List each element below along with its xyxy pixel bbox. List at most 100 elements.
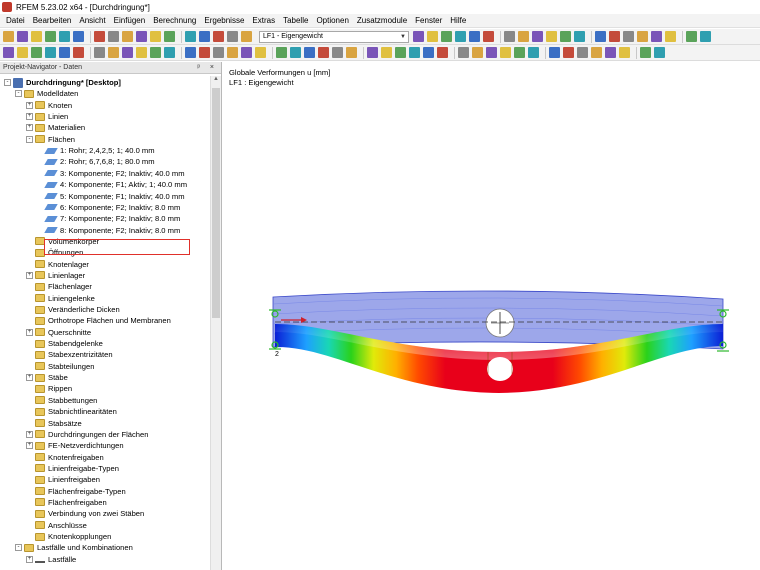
toolbar-button-icon[interactable] <box>164 47 175 58</box>
toolbar-button-icon[interactable] <box>122 47 133 58</box>
toolbar-button-icon[interactable] <box>514 47 525 58</box>
toolbar-button-icon[interactable] <box>637 31 648 42</box>
expand-icon[interactable]: + <box>26 113 33 121</box>
expand-icon[interactable]: + <box>26 328 33 336</box>
toolbar-button-icon[interactable] <box>609 31 620 42</box>
tree-item[interactable]: Stabsätze <box>26 418 82 429</box>
toolbar-button-icon[interactable] <box>227 31 238 42</box>
toolbar-button-icon[interactable] <box>31 47 42 58</box>
tree-item[interactable]: + Durchdringungen der Flächen <box>26 429 148 440</box>
menu-item-9[interactable]: Zusatzmodule <box>353 16 411 25</box>
tree-item[interactable]: 1: Rohr; 2,4,2,5; 1; 40.0 mm <box>37 145 155 156</box>
tree-item[interactable]: Stabbettungen <box>26 395 97 406</box>
tree-item[interactable]: Orthotrope Flächen und Membranen <box>26 315 171 326</box>
tree-item[interactable]: Stabteilungen <box>26 361 94 372</box>
tree-item[interactable]: Liniengelenke <box>26 293 95 304</box>
tree-item[interactable]: Linienfreigabe-Typen <box>26 463 119 474</box>
toolbar-button-icon[interactable] <box>304 47 315 58</box>
toolbar-button-icon[interactable] <box>595 31 606 42</box>
tree-item[interactable]: - Flächen <box>26 134 75 145</box>
toolbar-button-icon[interactable] <box>504 31 515 42</box>
expand-icon[interactable]: + <box>26 442 33 450</box>
toolbar-button-icon[interactable] <box>640 47 651 58</box>
toolbar-button-icon[interactable] <box>3 47 14 58</box>
navigator-pin-close-buttons[interactable]: ᵖ × <box>197 64 218 71</box>
toolbar-button-icon[interactable] <box>45 31 56 42</box>
load-case-select[interactable]: LF1 - Eigengewicht ▼ <box>259 30 409 43</box>
menu-item-3[interactable]: Einfügen <box>110 16 150 25</box>
tree-item[interactable]: 8: Komponente; F2; Inaktiv; 8.0 mm <box>37 225 180 236</box>
tree-item[interactable]: Stabendgelenke <box>26 338 103 349</box>
toolbar-button-icon[interactable] <box>654 47 665 58</box>
toolbar-button-icon[interactable] <box>532 31 543 42</box>
tree-item[interactable]: Stabnichtlinearitäten <box>26 406 117 417</box>
menu-item-0[interactable]: Datei <box>2 16 29 25</box>
tree-item[interactable]: + Lastfälle <box>26 554 76 565</box>
tree-item[interactable]: + Stäbe <box>26 372 68 383</box>
toolbar-button-icon[interactable] <box>213 47 224 58</box>
toolbar-button-icon[interactable] <box>59 47 70 58</box>
tree-item[interactable]: Verbindung von zwei Stäben <box>26 508 144 519</box>
toolbar-button-icon[interactable] <box>332 47 343 58</box>
tree-item[interactable]: Knotenkopplungen <box>26 531 111 542</box>
tree-item[interactable]: Rippen <box>26 383 72 394</box>
tree-item[interactable]: + Linien <box>26 111 68 122</box>
toolbar-button-icon[interactable] <box>437 47 448 58</box>
toolbar-button-icon[interactable] <box>150 31 161 42</box>
toolbar-button-icon[interactable] <box>346 47 357 58</box>
toolbar-button-icon[interactable] <box>94 47 105 58</box>
model-render[interactable]: 2 <box>223 62 760 570</box>
toolbar-button-icon[interactable] <box>549 47 560 58</box>
toolbar-button-icon[interactable] <box>164 31 175 42</box>
toolbar-button-icon[interactable] <box>227 47 238 58</box>
toolbar-button-icon[interactable] <box>108 31 119 42</box>
toolbar-button-icon[interactable] <box>45 47 56 58</box>
toolbar-button-icon[interactable] <box>574 31 585 42</box>
toolbar-button-icon[interactable] <box>591 47 602 58</box>
toolbar-button-icon[interactable] <box>409 47 420 58</box>
tree-item[interactable]: + Knoten <box>26 100 72 111</box>
toolbar-button-icon[interactable] <box>605 47 616 58</box>
toolbar-button-icon[interactable] <box>441 31 452 42</box>
scroll-thumb[interactable] <box>212 88 220 318</box>
toolbar-button-icon[interactable] <box>546 31 557 42</box>
toolbar-button-icon[interactable] <box>136 47 147 58</box>
toolbar-button-icon[interactable] <box>185 47 196 58</box>
toolbar-button-icon[interactable] <box>73 31 84 42</box>
toolbar-button-icon[interactable] <box>381 47 392 58</box>
toolbar-button-icon[interactable] <box>395 47 406 58</box>
toolbar-button-icon[interactable] <box>560 31 571 42</box>
toolbar-button-icon[interactable] <box>185 31 196 42</box>
tree-item[interactable]: 2: Rohr; 6,7,6,8; 1; 80.0 mm <box>37 156 155 167</box>
tree-item[interactable]: + FE-Netzverdichtungen <box>26 440 124 451</box>
toolbar-button-icon[interactable] <box>472 47 483 58</box>
toolbar-button-icon[interactable] <box>518 31 529 42</box>
toolbar-button-icon[interactable] <box>486 47 497 58</box>
toolbar-button-icon[interactable] <box>108 47 119 58</box>
toolbar-button-icon[interactable] <box>686 31 697 42</box>
tree-item[interactable]: - Durchdringung* [Desktop] <box>4 77 121 88</box>
menu-item-5[interactable]: Ergebnisse <box>200 16 248 25</box>
menu-item-6[interactable]: Extras <box>248 16 279 25</box>
expand-icon[interactable]: + <box>26 124 33 132</box>
menu-item-11[interactable]: Hilfe <box>446 16 470 25</box>
toolbar-button-icon[interactable] <box>213 31 224 42</box>
tree-item[interactable]: Anschlüsse <box>26 520 87 531</box>
expand-icon[interactable]: + <box>26 430 33 438</box>
toolbar-button-icon[interactable] <box>455 31 466 42</box>
tree-item[interactable]: 3: Komponente; F2; Inaktiv; 40.0 mm <box>37 168 185 179</box>
toolbar-button-icon[interactable] <box>241 31 252 42</box>
toolbar-button-icon[interactable] <box>94 31 105 42</box>
menu-item-7[interactable]: Tabelle <box>279 16 312 25</box>
tree-item[interactable]: Linienfreigaben <box>26 474 100 485</box>
collapse-icon[interactable]: - <box>15 90 22 98</box>
expand-icon[interactable]: + <box>26 555 33 563</box>
tree-item[interactable]: - Lastfälle und Kombinationen <box>15 542 133 553</box>
toolbar-button-icon[interactable] <box>469 31 480 42</box>
toolbar-button-icon[interactable] <box>136 31 147 42</box>
toolbar-button-icon[interactable] <box>150 47 161 58</box>
toolbar-button-icon[interactable] <box>17 31 28 42</box>
toolbar-button-icon[interactable] <box>367 47 378 58</box>
tree-item[interactable]: Flächenlager <box>26 281 92 292</box>
expand-icon[interactable]: + <box>26 101 33 109</box>
